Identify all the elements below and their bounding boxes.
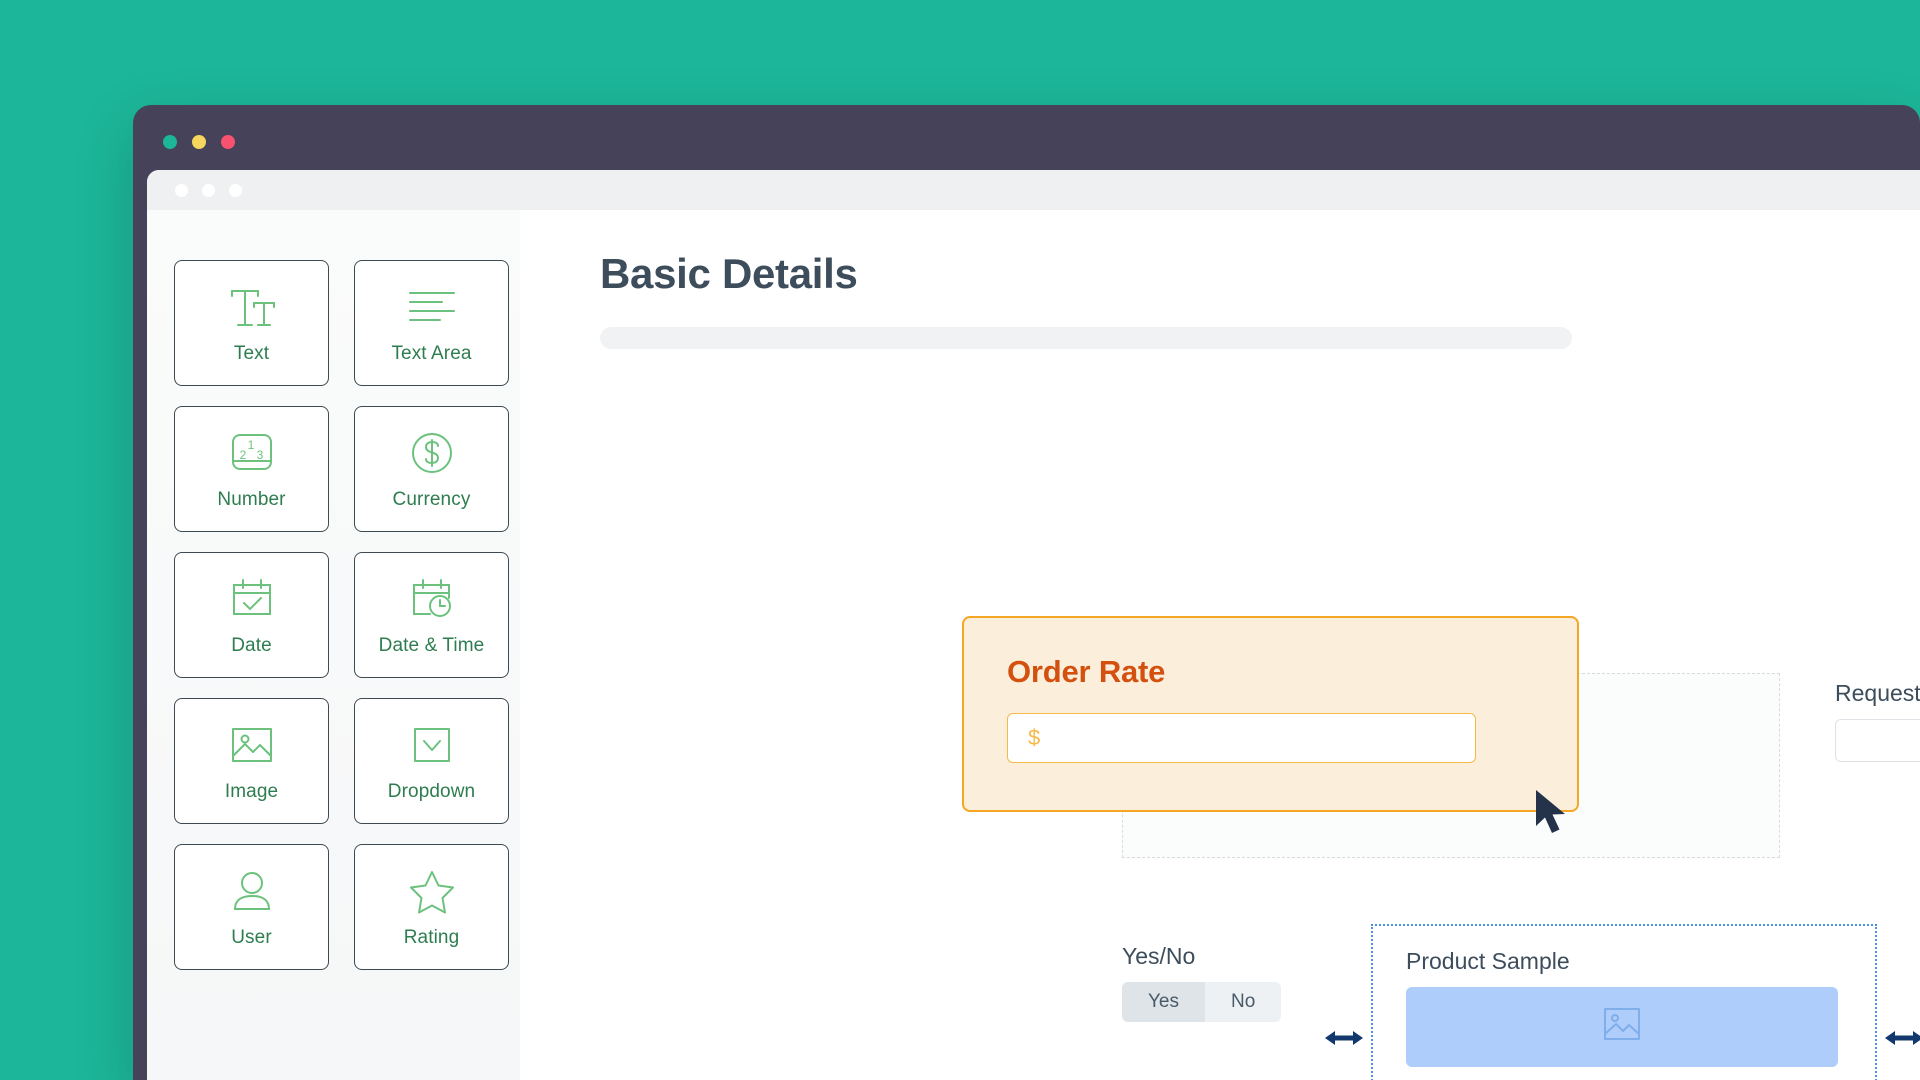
palette-card-text-area[interactable]: Text Area xyxy=(354,260,509,386)
palette-card-label: User xyxy=(231,927,272,948)
inner-minimize-dot[interactable] xyxy=(202,183,215,197)
palette-card-label: Date & Time xyxy=(378,635,485,656)
user-icon xyxy=(228,865,276,917)
palette-card-label: Currency xyxy=(392,489,471,510)
svg-text:3: 3 xyxy=(256,448,263,462)
product-sample-image-dropbox[interactable] xyxy=(1406,987,1838,1067)
palette-card-label: Dropdown xyxy=(387,781,476,802)
text-area-icon xyxy=(406,281,458,333)
field-label: Requester’s Name xyxy=(1835,680,1920,706)
inner-close-dot[interactable] xyxy=(175,183,188,197)
yes-no-option-yes[interactable]: Yes xyxy=(1122,982,1205,1022)
drag-popup-title: Order Rate xyxy=(1007,654,1166,689)
field-requester-name: Requester’s Name xyxy=(1835,680,1920,762)
palette-card-label: Text Area xyxy=(391,343,472,364)
order-rate-input[interactable]: $ xyxy=(1007,713,1476,763)
svg-text:2: 2 xyxy=(239,448,246,462)
app-window: Text Text Area 1 2 3 Number Currency Dat… xyxy=(133,105,1920,1080)
palette-card-date-time[interactable]: Date & Time xyxy=(354,552,509,678)
field-label: Yes/No xyxy=(1122,943,1196,969)
inner-browser-window: Text Text Area 1 2 3 Number Currency Dat… xyxy=(147,170,1920,1080)
form-canvas: Basic Details Requester’s Name Yes/No Ye… xyxy=(520,210,1920,1080)
resize-handle-left[interactable] xyxy=(1323,1026,1365,1050)
palette-card-label: Text xyxy=(233,343,270,364)
widget-palette-sidebar: Text Text Area 1 2 3 Number Currency Dat… xyxy=(147,210,520,1080)
title-underbar xyxy=(600,327,1572,349)
field-label: Product Sample xyxy=(1406,948,1570,974)
palette-card-label: Date xyxy=(231,635,272,656)
svg-text:1: 1 xyxy=(247,438,254,452)
date-time-icon xyxy=(407,573,457,625)
window-traffic-lights xyxy=(163,135,235,149)
window-minimize-dot[interactable] xyxy=(163,135,177,149)
inner-maximize-dot[interactable] xyxy=(229,183,242,197)
page-title: Basic Details xyxy=(600,250,858,297)
date-icon xyxy=(227,573,277,625)
palette-card-label: Number xyxy=(217,489,286,510)
window-maximize-dot[interactable] xyxy=(192,135,206,149)
drag-preview-popup[interactable]: Order Rate $ xyxy=(962,616,1579,812)
currency-icon xyxy=(408,427,456,479)
field-product-sample-selected[interactable]: Product Sample Add Image xyxy=(1325,924,1920,1080)
palette-card-image[interactable]: Image xyxy=(174,698,329,824)
text-icon xyxy=(226,281,278,333)
palette-card-label: Image xyxy=(224,781,279,802)
palette-card-label: Rating xyxy=(403,927,460,948)
palette-card-currency[interactable]: Currency xyxy=(354,406,509,532)
palette-card-rating[interactable]: Rating xyxy=(354,844,509,970)
rating-star-icon xyxy=(407,865,457,917)
yes-no-option-no[interactable]: No xyxy=(1205,982,1281,1022)
palette-card-user[interactable]: User xyxy=(174,844,329,970)
number-icon: 1 2 3 xyxy=(227,427,277,479)
field-yes-no: Yes/No Yes No xyxy=(1122,943,1282,1022)
inner-body: Text Text Area 1 2 3 Number Currency Dat… xyxy=(147,210,1920,1080)
palette-card-text[interactable]: Text xyxy=(174,260,329,386)
yes-no-segmented-control: Yes No xyxy=(1122,982,1282,1022)
requester-name-input[interactable] xyxy=(1835,719,1920,762)
window-close-dot[interactable] xyxy=(221,135,235,149)
image-icon xyxy=(227,719,277,771)
dropdown-icon xyxy=(409,719,455,771)
image-placeholder-icon xyxy=(1600,1005,1644,1050)
palette-card-dropdown[interactable]: Dropdown xyxy=(354,698,509,824)
palette-card-number[interactable]: 1 2 3 Number xyxy=(174,406,329,532)
palette-card-date[interactable]: Date xyxy=(174,552,329,678)
inner-titlebar xyxy=(147,170,1920,210)
resize-handle-right[interactable] xyxy=(1883,1026,1920,1050)
widget-palette-grid: Text Text Area 1 2 3 Number Currency Dat… xyxy=(174,260,520,970)
